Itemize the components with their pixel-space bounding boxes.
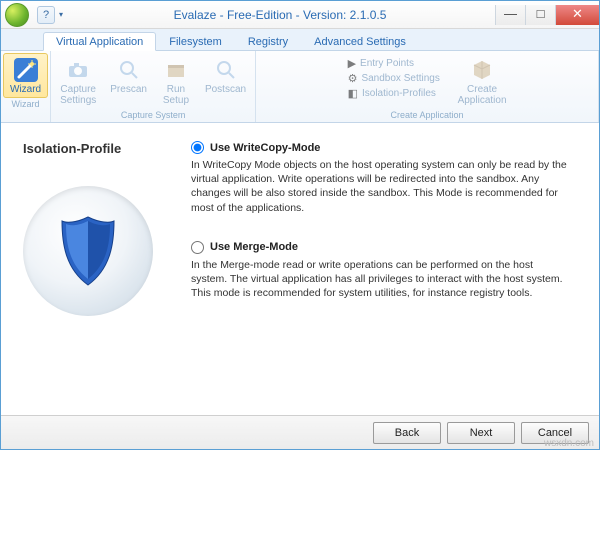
window-title: Evalaze - Free-Edition - Version: 2.1.0.…: [65, 8, 495, 22]
next-button[interactable]: Next: [447, 422, 515, 444]
settings-stack: ▶ Entry Points ⚙Sandbox Settings ◧ Isolati…: [341, 53, 451, 109]
create-application-button[interactable]: CreateApplication: [451, 53, 514, 109]
capture-settings-button[interactable]: CaptureSettings: [53, 53, 103, 109]
help-button[interactable]: ?: [37, 6, 55, 24]
tab-virtual-application[interactable]: Virtual Application: [43, 32, 156, 51]
content-area: Isolation-Profile Use WriteCopy-Mode In …: [1, 123, 599, 415]
footer: Back Next Cancel: [1, 415, 599, 449]
shield-graphic: [23, 186, 153, 316]
run-setup-button[interactable]: RunSetup: [154, 53, 198, 109]
wand-icon: [12, 56, 40, 84]
profiles-icon: ◧: [348, 87, 358, 100]
entry-points-icon: ▶: [348, 57, 356, 70]
ribbon-group-create: ▶ Entry Points ⚙Sandbox Settings ◧ Isolati…: [256, 51, 599, 122]
tab-registry[interactable]: Registry: [235, 32, 301, 50]
shield-icon: [58, 215, 118, 287]
back-button[interactable]: Back: [373, 422, 441, 444]
page-heading: Isolation-Profile: [23, 141, 183, 156]
sandbox-settings-button[interactable]: Sandbox Settings: [361, 73, 439, 84]
package-icon: [468, 56, 496, 84]
ribbon-group-capture: CaptureSettings Prescan RunSetup Postsca…: [51, 51, 256, 122]
watermark: wsxdn.com: [544, 438, 594, 449]
magnifier-icon: [212, 56, 240, 84]
isolation-profiles-button[interactable]: Isolation-Profiles: [362, 88, 436, 99]
ribbon: Wizard Wizard CaptureSettings Prescan Ru…: [1, 51, 599, 123]
ribbon-group-wizard: Wizard Wizard: [1, 51, 51, 122]
box-icon: [162, 56, 190, 84]
minimize-button[interactable]: —: [495, 5, 525, 25]
prescan-button[interactable]: Prescan: [103, 53, 154, 109]
magnifier-icon: [115, 56, 143, 84]
merge-description: In the Merge-mode read or write operatio…: [191, 258, 577, 301]
merge-radio[interactable]: [191, 241, 204, 254]
app-orb-icon[interactable]: [5, 3, 29, 27]
wizard-button[interactable]: Wizard: [3, 53, 48, 98]
close-button[interactable]: ✕: [555, 5, 599, 25]
merge-option[interactable]: Use Merge-Mode: [191, 241, 577, 254]
writecopy-option[interactable]: Use WriteCopy-Mode: [191, 141, 577, 154]
ribbon-tabstrip: Virtual Application Filesystem Registry …: [1, 29, 599, 51]
writecopy-description: In WriteCopy Mode objects on the host op…: [191, 158, 577, 215]
writecopy-radio[interactable]: [191, 141, 204, 154]
camera-icon: [64, 56, 92, 84]
tab-filesystem[interactable]: Filesystem: [156, 32, 235, 50]
qat-dropdown-icon[interactable]: ▾: [57, 10, 65, 19]
postscan-button[interactable]: Postscan: [198, 53, 253, 109]
titlebar: ? ▾ Evalaze - Free-Edition - Version: 2.…: [1, 1, 599, 29]
gear-icon: ⚙: [348, 72, 358, 85]
entry-points-button[interactable]: Entry Points: [360, 58, 414, 69]
tab-advanced-settings[interactable]: Advanced Settings: [301, 32, 419, 50]
app-window: ? ▾ Evalaze - Free-Edition - Version: 2.…: [0, 0, 600, 450]
maximize-button[interactable]: □: [525, 5, 555, 25]
